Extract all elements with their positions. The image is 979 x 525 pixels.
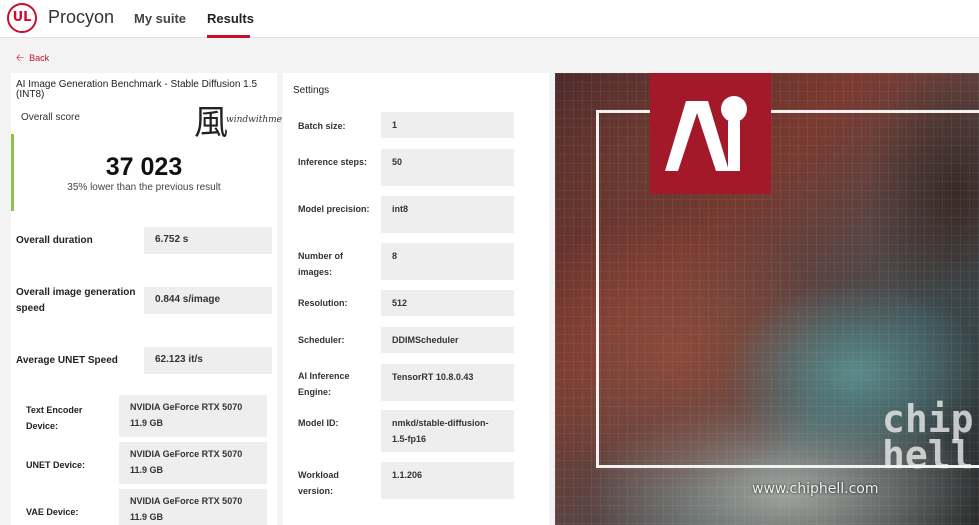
device-label: UNET Device: (26, 460, 86, 470)
setting-value: 1 (381, 112, 514, 138)
metric-label: Overall image generation speed (16, 287, 136, 314)
setting-label: Workload version: (298, 470, 339, 496)
setting-label: Batch size: (298, 121, 346, 131)
metric-label: Average UNET Speed (16, 355, 118, 366)
device-label: VAE Device: (26, 507, 79, 517)
device-label: Text Encoder Device: (26, 405, 83, 431)
metric-label: Overall duration (16, 235, 93, 246)
settings-title: Settings (293, 85, 330, 96)
overall-score-label: Overall score (21, 112, 80, 123)
watermark-signature: windwithme (226, 115, 282, 125)
back-link[interactable]: 🡠 Back (16, 51, 49, 68)
setting-value: 1.1.206 (381, 462, 514, 499)
device-value: NVIDIA GeForce RTX 5070 11.9 GB (119, 489, 267, 525)
ai-badge: AI (650, 73, 771, 194)
setting-value: int8 (381, 196, 514, 233)
result-panel: AI Image Generation Benchmark - Stable D… (11, 73, 282, 525)
app-name: Procyon (48, 7, 115, 27)
device-value: NVIDIA GeForce RTX 5070 11.9 GB (119, 395, 267, 437)
ai-logo-icon (665, 96, 747, 171)
nav-results[interactable]: Results (207, 11, 254, 26)
setting-label: Model ID: (298, 418, 339, 428)
top-bar: UL Procyon My suite Results (0, 0, 979, 38)
chiphell-watermark: chip hell (882, 397, 974, 477)
back-label: Back (29, 53, 50, 63)
setting-value: DDIMScheduler (381, 327, 514, 353)
nav-my-suite[interactable]: My suite (134, 11, 186, 26)
metric-value: 62.123 it/s (144, 347, 272, 374)
score-comparison: 35% lower than the previous result (67, 182, 221, 193)
site-watermark: www.chiphell.com (752, 481, 879, 497)
setting-label: AI Inference Engine: (298, 371, 350, 397)
benchmark-artwork: AI chip hell www.chiphell.com (555, 73, 979, 525)
metric-value: 0.844 s/image (144, 287, 272, 314)
setting-label: Model precision: (298, 204, 370, 214)
device-value: NVIDIA GeForce RTX 5070 11.9 GB (119, 442, 267, 484)
overall-score: 37 023 (105, 153, 183, 181)
handwritten-watermark: 風 windwithme (192, 95, 282, 143)
setting-value: 512 (381, 290, 514, 316)
setting-value: TensorRT 10.8.0.43 (381, 364, 514, 401)
setting-label: Inference steps: (298, 157, 368, 167)
setting-value: 8 (381, 243, 514, 280)
ul-logo[interactable]: UL (7, 3, 37, 33)
setting-value: nmkd/stable-diffusion-1.5-fp16 (381, 410, 514, 452)
watermark-char: 風 (194, 103, 228, 143)
setting-label: Resolution: (298, 298, 348, 308)
arrow-left-icon: 🡠 (16, 53, 25, 64)
setting-value: 50 (381, 149, 514, 186)
settings-panel: Settings Batch size: 1 Inference steps: … (283, 73, 549, 525)
active-tab-indicator (207, 35, 250, 38)
setting-label: Number of images: (298, 251, 343, 277)
metric-value: 6.752 s (144, 227, 272, 254)
setting-label: Scheduler: (298, 335, 345, 345)
